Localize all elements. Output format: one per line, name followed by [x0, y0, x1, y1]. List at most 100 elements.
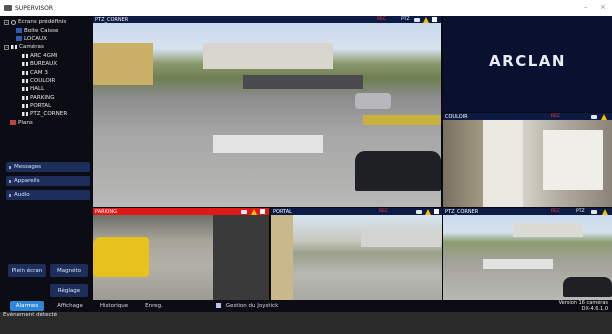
camera-icon — [22, 62, 28, 67]
tree-item[interactable]: PTZ_CORNER — [4, 110, 92, 118]
tree-item[interactable]: LOCAUX — [4, 35, 92, 43]
camera-icon — [22, 87, 28, 92]
rec-indicator: REC — [377, 17, 387, 22]
ptz-indicator: PTZ — [401, 17, 410, 22]
dark-car — [563, 277, 612, 297]
joystick-checkbox[interactable] — [216, 303, 221, 308]
pane-header: PTZ_CORNER REC PTZ — [93, 16, 441, 23]
camera-icon — [22, 112, 28, 117]
tree-item-label: LOCAUX — [24, 35, 47, 42]
video-pane-ptz-corner-2[interactable]: PTZ_CORNER REC PTZ — [443, 208, 612, 300]
expand-icon — [9, 193, 11, 197]
video-pane-ptz-corner[interactable]: PTZ_CORNER REC PTZ — [93, 16, 441, 207]
yellow-van — [93, 237, 149, 277]
minimize-button[interactable]: – — [584, 3, 588, 11]
tab-alarmes[interactable]: Alarmes — [10, 301, 44, 311]
video-feed — [271, 215, 442, 300]
expander-icon[interactable]: − — [4, 19, 9, 25]
tree-item[interactable]: Boite Caisse — [4, 26, 92, 34]
pane-title: PORTAL — [273, 208, 292, 215]
arclan-logo: ARCLAN — [489, 52, 566, 70]
silver-car — [355, 93, 391, 109]
pane-title: PTZ_CORNER — [445, 208, 479, 215]
appareils-button[interactable]: Appareils — [6, 176, 90, 186]
video-feed — [443, 120, 612, 207]
warning-icon — [601, 113, 607, 120]
joystick-label[interactable]: Gestion du Joystick — [222, 301, 282, 311]
expander-icon[interactable]: − — [4, 44, 9, 50]
status-bar: Evènement détecté — [0, 312, 612, 334]
tree-item[interactable]: PORTAL — [4, 102, 92, 110]
tree-item[interactable]: Plans — [4, 119, 92, 127]
tree-item-label: COULOIR — [30, 77, 56, 84]
close-pane-icon[interactable] — [434, 209, 439, 214]
audio-label: Audio — [14, 192, 30, 198]
tree-item[interactable]: HALL — [4, 85, 92, 93]
camera-tree: − Ecrans prédéfinis Boite Caisse LOCAUX − Cam… — [4, 18, 92, 127]
camera-icon[interactable] — [416, 209, 422, 214]
warning-icon — [423, 16, 429, 23]
bottom-tab-bar: Alarmes Affichage Historique Enreg. Gest… — [0, 300, 612, 312]
camera-group-icon — [11, 45, 17, 50]
camera-icon[interactable] — [591, 209, 597, 214]
rec-indicator: REC — [551, 114, 561, 119]
logo-pane: ARCLAN — [443, 16, 612, 112]
messages-button[interactable]: Messages — [6, 162, 90, 172]
tab-affichage[interactable]: Affichage — [54, 301, 86, 311]
plein-ecran-button[interactable]: Plein écran — [8, 264, 46, 277]
tree-item-label: PORTAL — [30, 103, 52, 110]
video-feed — [93, 23, 441, 207]
gate — [213, 135, 323, 153]
warning-icon — [425, 208, 431, 215]
tree-item[interactable]: BUREAUX — [4, 60, 92, 68]
tree-item[interactable]: CAM 3 — [4, 68, 92, 76]
camera-icon[interactable] — [241, 209, 247, 214]
magneto-button[interactable]: Magnéto — [50, 264, 88, 277]
main-frame: − Ecrans prédéfinis Boite Caisse LOCAUX − Cam… — [0, 16, 612, 334]
gate — [361, 229, 441, 247]
close-pane-icon[interactable] — [260, 209, 265, 214]
status-message: Evènement détecté — [3, 312, 58, 318]
tab-historique[interactable]: Historique — [96, 301, 132, 311]
pane-header: COULOIR REC — [443, 113, 612, 120]
video-pane-portal[interactable]: PORTAL REC — [271, 208, 442, 300]
pane-title: PARKING — [95, 208, 117, 215]
camera-icon[interactable] — [414, 17, 420, 22]
tree-item-label: HALL — [30, 86, 45, 93]
parked-cars — [243, 75, 363, 89]
tree-item[interactable]: − Ecrans prédéfinis — [4, 18, 92, 26]
video-pane-parking[interactable]: PARKING — [93, 208, 269, 300]
room — [543, 130, 603, 190]
door — [483, 120, 523, 207]
tree-item-label: Boite Caisse — [24, 27, 59, 34]
tree-item[interactable]: ARC 4GMI — [4, 52, 92, 60]
dark-car — [355, 151, 441, 191]
video-pane-couloir[interactable]: COULOIR REC — [443, 113, 612, 207]
title-bar: SUPERVISOR – × — [0, 0, 612, 16]
close-button[interactable]: × — [600, 3, 606, 11]
tree-item[interactable]: PARKING — [4, 94, 92, 102]
audio-button[interactable]: Audio — [6, 190, 90, 200]
tree-item-label: BUREAUX — [30, 61, 58, 68]
tree-item-label: Caméras — [19, 44, 44, 51]
camera-icon — [22, 70, 28, 75]
warning-icon — [602, 208, 608, 215]
close-pane-icon[interactable] — [432, 17, 437, 22]
building-icon — [16, 28, 22, 34]
reglage-button[interactable]: Réglage — [50, 284, 88, 297]
rec-indicator: REC — [551, 209, 561, 214]
camera-icon[interactable] — [591, 114, 597, 119]
camera-icon — [22, 95, 28, 100]
expand-icon — [9, 179, 11, 183]
tree-item[interactable]: COULOIR — [4, 77, 92, 85]
sidebar: − Ecrans prédéfinis Boite Caisse LOCAUX − Cam… — [0, 16, 92, 300]
version-info: Version 16 caméras DX-4.6.1.0 — [559, 300, 608, 312]
gate — [483, 259, 553, 269]
tab-enreg[interactable]: Enreg. — [142, 301, 166, 311]
tree-item-label: PARKING — [30, 94, 55, 101]
warning-icon — [251, 208, 257, 215]
video-feed — [93, 215, 269, 300]
hedge — [363, 115, 441, 125]
tree-item[interactable]: − Caméras — [4, 43, 92, 51]
search-icon — [11, 19, 16, 25]
